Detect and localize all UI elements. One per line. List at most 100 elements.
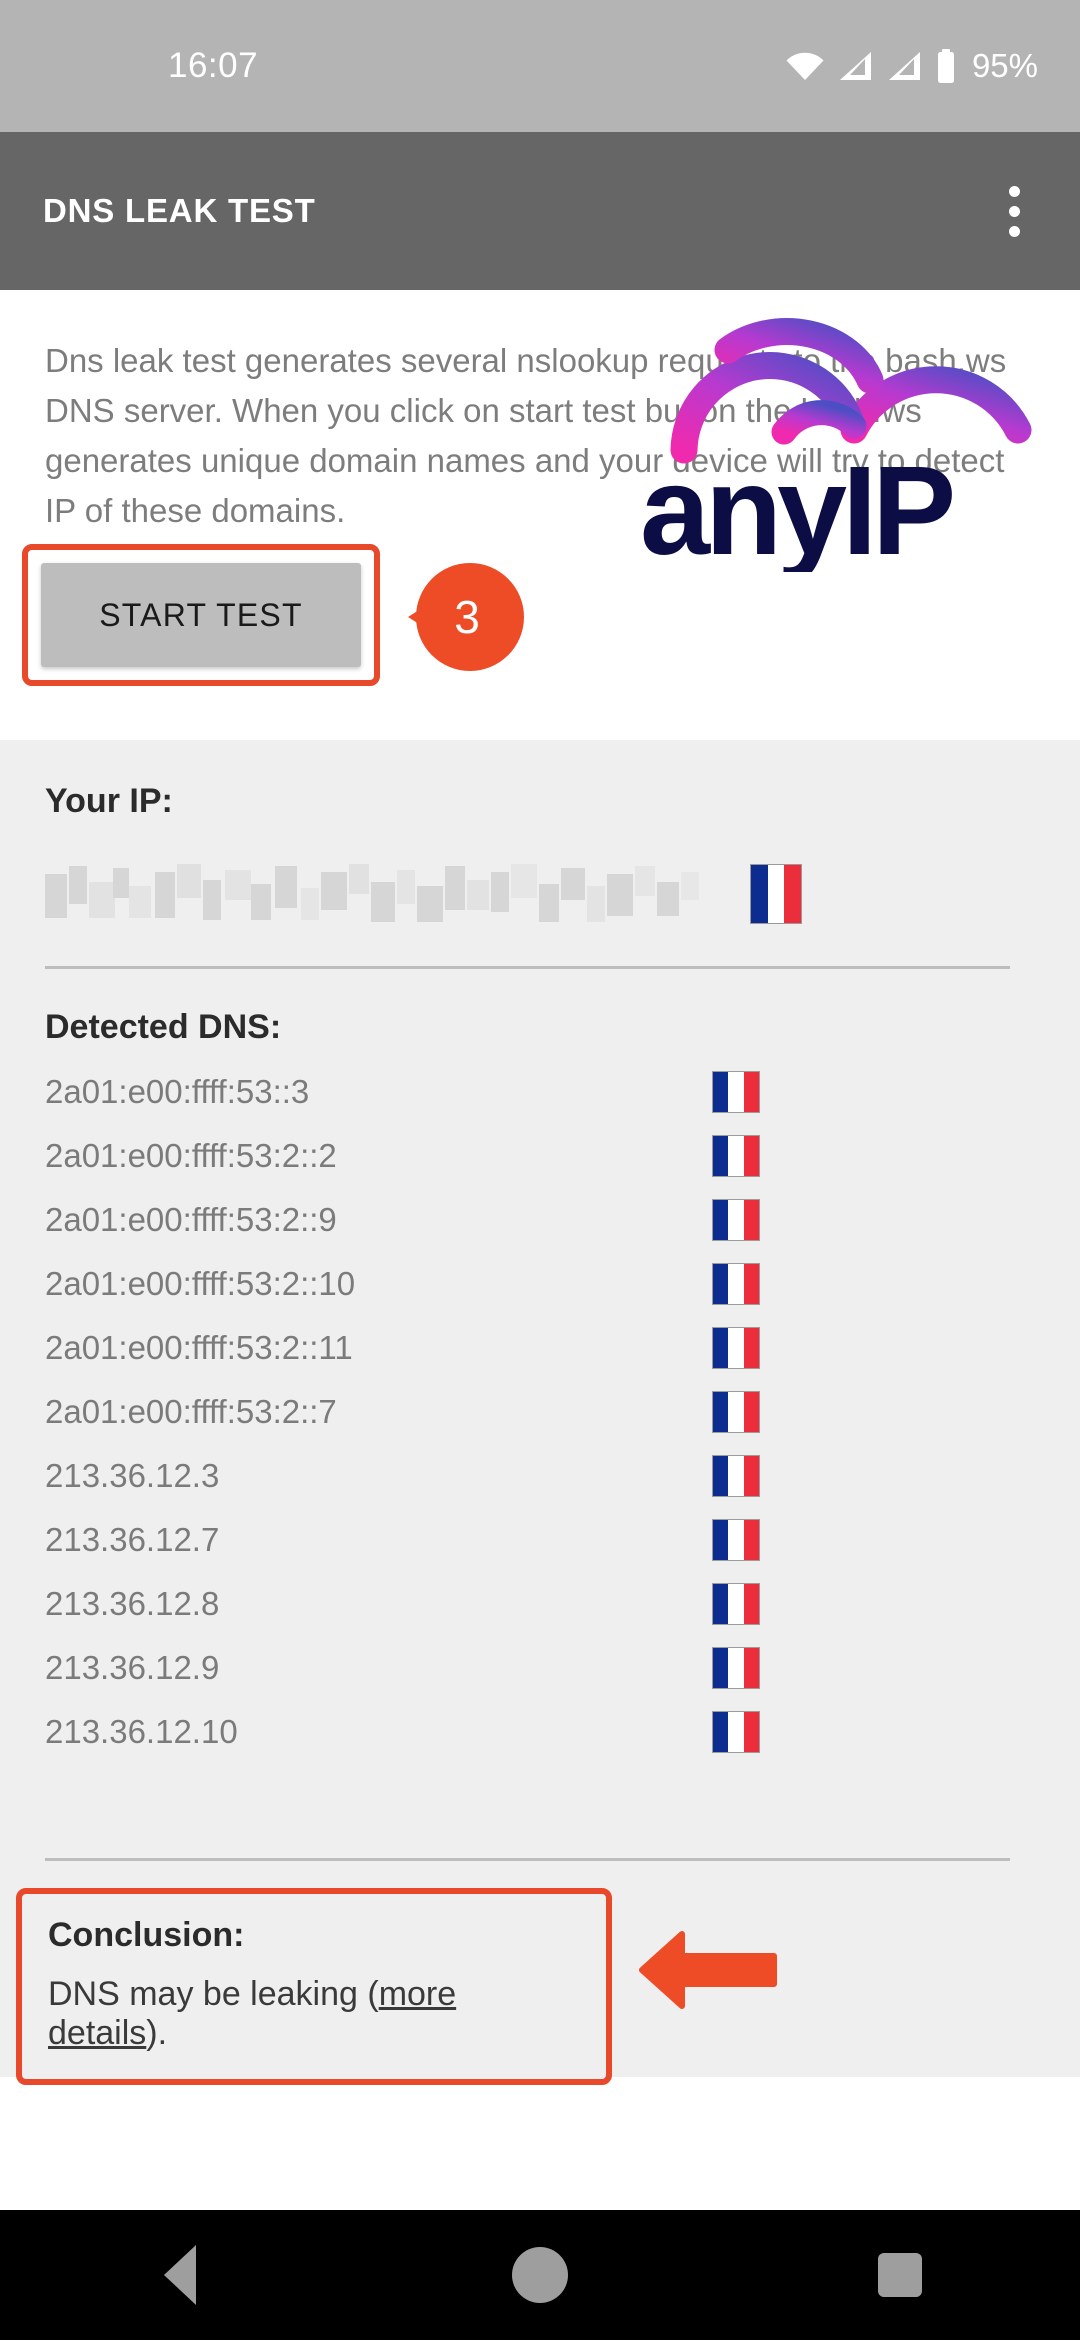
flag-band-blue (713, 1584, 729, 1624)
detected-dns-list: 2a01:e00:ffff:53::32a01:e00:ffff:53:2::2… (0, 1060, 1080, 1764)
flag-band-blue (713, 1520, 729, 1560)
flag-band-red (743, 1264, 759, 1304)
dns-list-item: 2a01:e00:ffff:53::3 (0, 1060, 1080, 1124)
flag-band-red (743, 1392, 759, 1432)
more-vert-icon[interactable] (976, 173, 1052, 249)
dns-ip-address: 213.36.12.7 (45, 1521, 220, 1558)
dns-list-item: 2a01:e00:ffff:53:2::2 (0, 1124, 1080, 1188)
conclusion-highlight-box: Conclusion: DNS may be leaking (more det… (16, 1888, 612, 2085)
flag-france-icon (712, 1327, 760, 1369)
flag-band-white (728, 1584, 744, 1624)
conclusion-text-before: DNS may be leaking ( (48, 1975, 379, 2013)
status-bar: 16:07 95% (0, 0, 1080, 132)
dns-list-item: 213.36.12.3 (0, 1444, 1080, 1508)
conclusion-area: Conclusion: DNS may be leaking (more det… (16, 1888, 777, 2085)
battery-percent-label: 95% (971, 47, 1038, 84)
dns-list-item: 213.36.12.8 (0, 1572, 1080, 1636)
dns-ip-address: 2a01:e00:ffff:53:2::11 (45, 1329, 353, 1366)
dns-ip-address: 2a01:e00:ffff:53:2::10 (45, 1265, 356, 1302)
detected-dns-label: Detected DNS: (45, 1008, 282, 1046)
start-test-area: START TEST 3 (22, 544, 524, 686)
flag-band-white (728, 1200, 744, 1240)
your-ip-label: Your IP: (45, 782, 173, 820)
flag-band-blue (713, 1136, 729, 1176)
arrow-left-icon (638, 1928, 778, 2012)
dns-ip-address: 213.36.12.8 (45, 1585, 220, 1622)
nav-home-button[interactable] (480, 2215, 600, 2335)
conclusion-text-after: ). (146, 2014, 168, 2052)
flag-band-red (743, 1072, 759, 1112)
page-title: DNS LEAK TEST (43, 192, 316, 229)
dns-ip-address: 213.36.12.10 (45, 1713, 238, 1750)
android-nav-bar (0, 2210, 1080, 2340)
anyip-logo: anyIP (632, 302, 1062, 581)
battery-icon (936, 49, 956, 83)
flag-france-icon (712, 1519, 760, 1561)
flag-band-red (743, 1584, 759, 1624)
divider (45, 966, 1010, 969)
recents-square-icon (878, 2253, 922, 2297)
flag-band-blue (713, 1456, 729, 1496)
flag-france-icon (750, 864, 802, 924)
flag-band-blue (713, 1648, 729, 1688)
flag-band-white (728, 1328, 744, 1368)
signal-icon (838, 51, 874, 81)
dns-ip-address: 213.36.12.9 (45, 1649, 220, 1686)
dns-list-item: 2a01:e00:ffff:53:2::11 (0, 1316, 1080, 1380)
dns-list-item: 213.36.12.10 (0, 1700, 1080, 1764)
start-test-highlight-box: START TEST (22, 544, 380, 686)
flag-band-blue (751, 865, 768, 923)
flag-band-white (728, 1712, 744, 1752)
dot (1008, 225, 1020, 237)
back-triangle-icon (164, 2245, 196, 2305)
flag-france-icon (712, 1647, 760, 1689)
flag-band-white (728, 1456, 744, 1496)
flag-band-white (728, 1072, 744, 1112)
nav-back-button[interactable] (120, 2215, 240, 2335)
flag-band-red (743, 1712, 759, 1752)
dns-ip-address: 2a01:e00:ffff:53:2::7 (45, 1393, 337, 1430)
flag-band-blue (713, 1264, 729, 1304)
dot (1008, 205, 1020, 217)
dns-list-item: 213.36.12.9 (0, 1636, 1080, 1700)
your-ip-value-redacted (45, 864, 710, 924)
flag-band-white (728, 1264, 744, 1304)
flag-france-icon (712, 1583, 760, 1625)
conclusion-title: Conclusion: (48, 1916, 245, 1954)
svg-text:anyIP: anyIP (640, 440, 952, 572)
flag-band-red (743, 1328, 759, 1368)
wifi-icon (785, 51, 825, 81)
dns-list-item: 2a01:e00:ffff:53:2::10 (0, 1252, 1080, 1316)
app-bar: DNS LEAK TEST (0, 132, 1080, 290)
home-circle-icon (512, 2247, 568, 2303)
your-ip-row (45, 862, 1005, 926)
flag-band-blue (713, 1072, 729, 1112)
dns-ip-address: 2a01:e00:ffff:53:2::2 (45, 1137, 337, 1174)
flag-france-icon (712, 1455, 760, 1497)
results-section: Your IP: Detected DNS: 2a01:e00:ffff:53:… (0, 740, 1080, 2085)
dns-ip-address: 2a01:e00:ffff:53::3 (45, 1073, 310, 1110)
flag-band-blue (713, 1328, 729, 1368)
flag-band-white (728, 1648, 744, 1688)
phone-screen: 16:07 95% DNS LEAK TEST Dns leak test ge… (0, 0, 1080, 2340)
status-bar-clock: 16:07 (168, 46, 259, 85)
nav-recents-button[interactable] (840, 2215, 960, 2335)
flag-france-icon (712, 1391, 760, 1433)
flag-band-red (784, 865, 801, 923)
signal-icon (887, 51, 923, 81)
flag-band-red (743, 1200, 759, 1240)
dns-list-item: 2a01:e00:ffff:53:2::9 (0, 1188, 1080, 1252)
status-bar-icons: 95% (785, 47, 1038, 85)
flag-france-icon (712, 1263, 760, 1305)
dns-list-item: 213.36.12.7 (0, 1508, 1080, 1572)
divider (45, 1858, 1010, 1861)
flag-france-icon (712, 1199, 760, 1241)
step-number-label: 3 (454, 591, 480, 643)
flag-band-red (743, 1520, 759, 1560)
flag-france-icon (712, 1071, 760, 1113)
flag-band-white (767, 865, 785, 923)
start-test-button[interactable]: START TEST (41, 563, 361, 667)
dns-list-item: 2a01:e00:ffff:53:2::7 (0, 1380, 1080, 1444)
dns-ip-address: 2a01:e00:ffff:53:2::9 (45, 1201, 337, 1238)
dns-ip-address: 213.36.12.3 (45, 1457, 220, 1494)
